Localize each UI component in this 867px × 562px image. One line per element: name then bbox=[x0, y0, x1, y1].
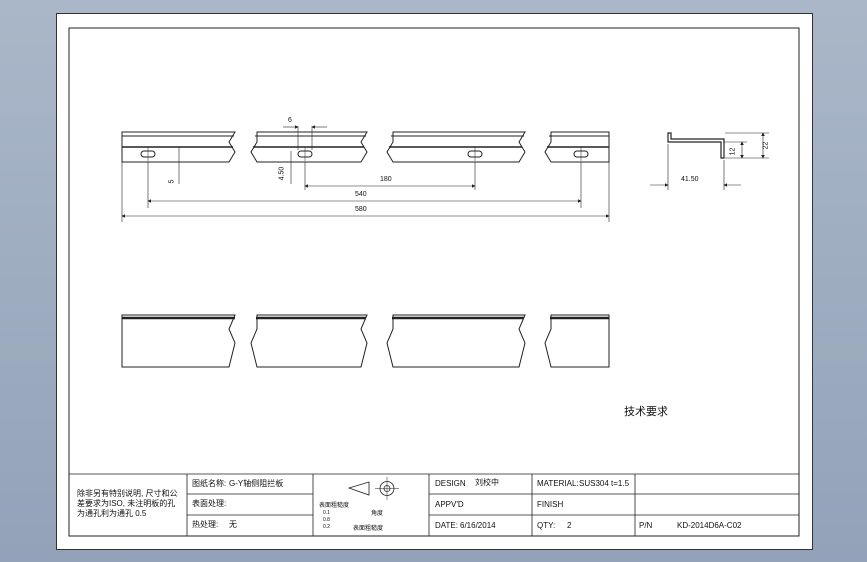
heat-label: 热处理: bbox=[192, 520, 219, 529]
dim-hole-width: 6 bbox=[288, 117, 292, 124]
roughness-value-3: 0.2 bbox=[323, 524, 330, 530]
top-view bbox=[121, 314, 610, 368]
approved-label: APPV'D bbox=[435, 500, 464, 509]
front-view bbox=[121, 131, 610, 163]
surface-finish-label: 表面粗糙度 bbox=[353, 526, 384, 532]
angle-label: 角度 bbox=[371, 511, 384, 517]
pn-value: KD-2014D6A-C02 bbox=[677, 521, 742, 530]
roughness-value-2: 0.8 bbox=[323, 517, 330, 523]
dim-section-height: 22 bbox=[762, 141, 770, 150]
qty-label: QTY: bbox=[537, 521, 556, 530]
tech-requirements-heading: 技术要求 bbox=[624, 406, 668, 418]
dim-section-flange: 12 bbox=[729, 147, 737, 156]
roughness-value-1: 0.1 bbox=[323, 510, 330, 516]
general-notes: 除非另有特别说明, 尺寸和公差要求为ISO, 未注明板的孔为通孔利为通孔 0.5 bbox=[77, 489, 178, 518]
pn-label: P/N bbox=[639, 521, 653, 530]
part-name-value: G-Y轴侧阻拦板 bbox=[229, 479, 284, 488]
dim-section-width: 41.50 bbox=[681, 176, 699, 183]
part-name-label: 图纸名称: bbox=[192, 479, 227, 488]
surface-label: 表面处理: bbox=[192, 499, 227, 508]
technical-drawing bbox=[68, 27, 800, 537]
dim-end-drop: 5 bbox=[168, 179, 176, 184]
inner-border bbox=[68, 27, 800, 537]
material-label: MATERIAL: bbox=[537, 479, 579, 488]
drawing-sheet: 6 5 4.50 180 540 580 41.50 22 12 技术要求 除非… bbox=[56, 13, 813, 550]
material-value: SUS304 t=1.5 bbox=[579, 479, 630, 488]
qty-value: 2 bbox=[567, 521, 572, 530]
section-view bbox=[667, 132, 725, 159]
finish-label: FINISH bbox=[537, 500, 564, 509]
heat-value: 无 bbox=[229, 520, 237, 529]
dim-overall-length: 580 bbox=[355, 206, 367, 213]
dim-hole-span: 540 bbox=[355, 191, 367, 198]
dim-hole-height: 4.50 bbox=[278, 166, 286, 181]
design-label: DESIGN bbox=[435, 479, 466, 488]
design-value: 刘校中 bbox=[475, 478, 499, 487]
roughness-label: 表面粗糙度 bbox=[319, 503, 350, 509]
date-value: 6/16/2014 bbox=[460, 521, 496, 530]
dim-hole-pitch: 180 bbox=[380, 176, 392, 183]
date-label: DATE: bbox=[435, 521, 458, 530]
